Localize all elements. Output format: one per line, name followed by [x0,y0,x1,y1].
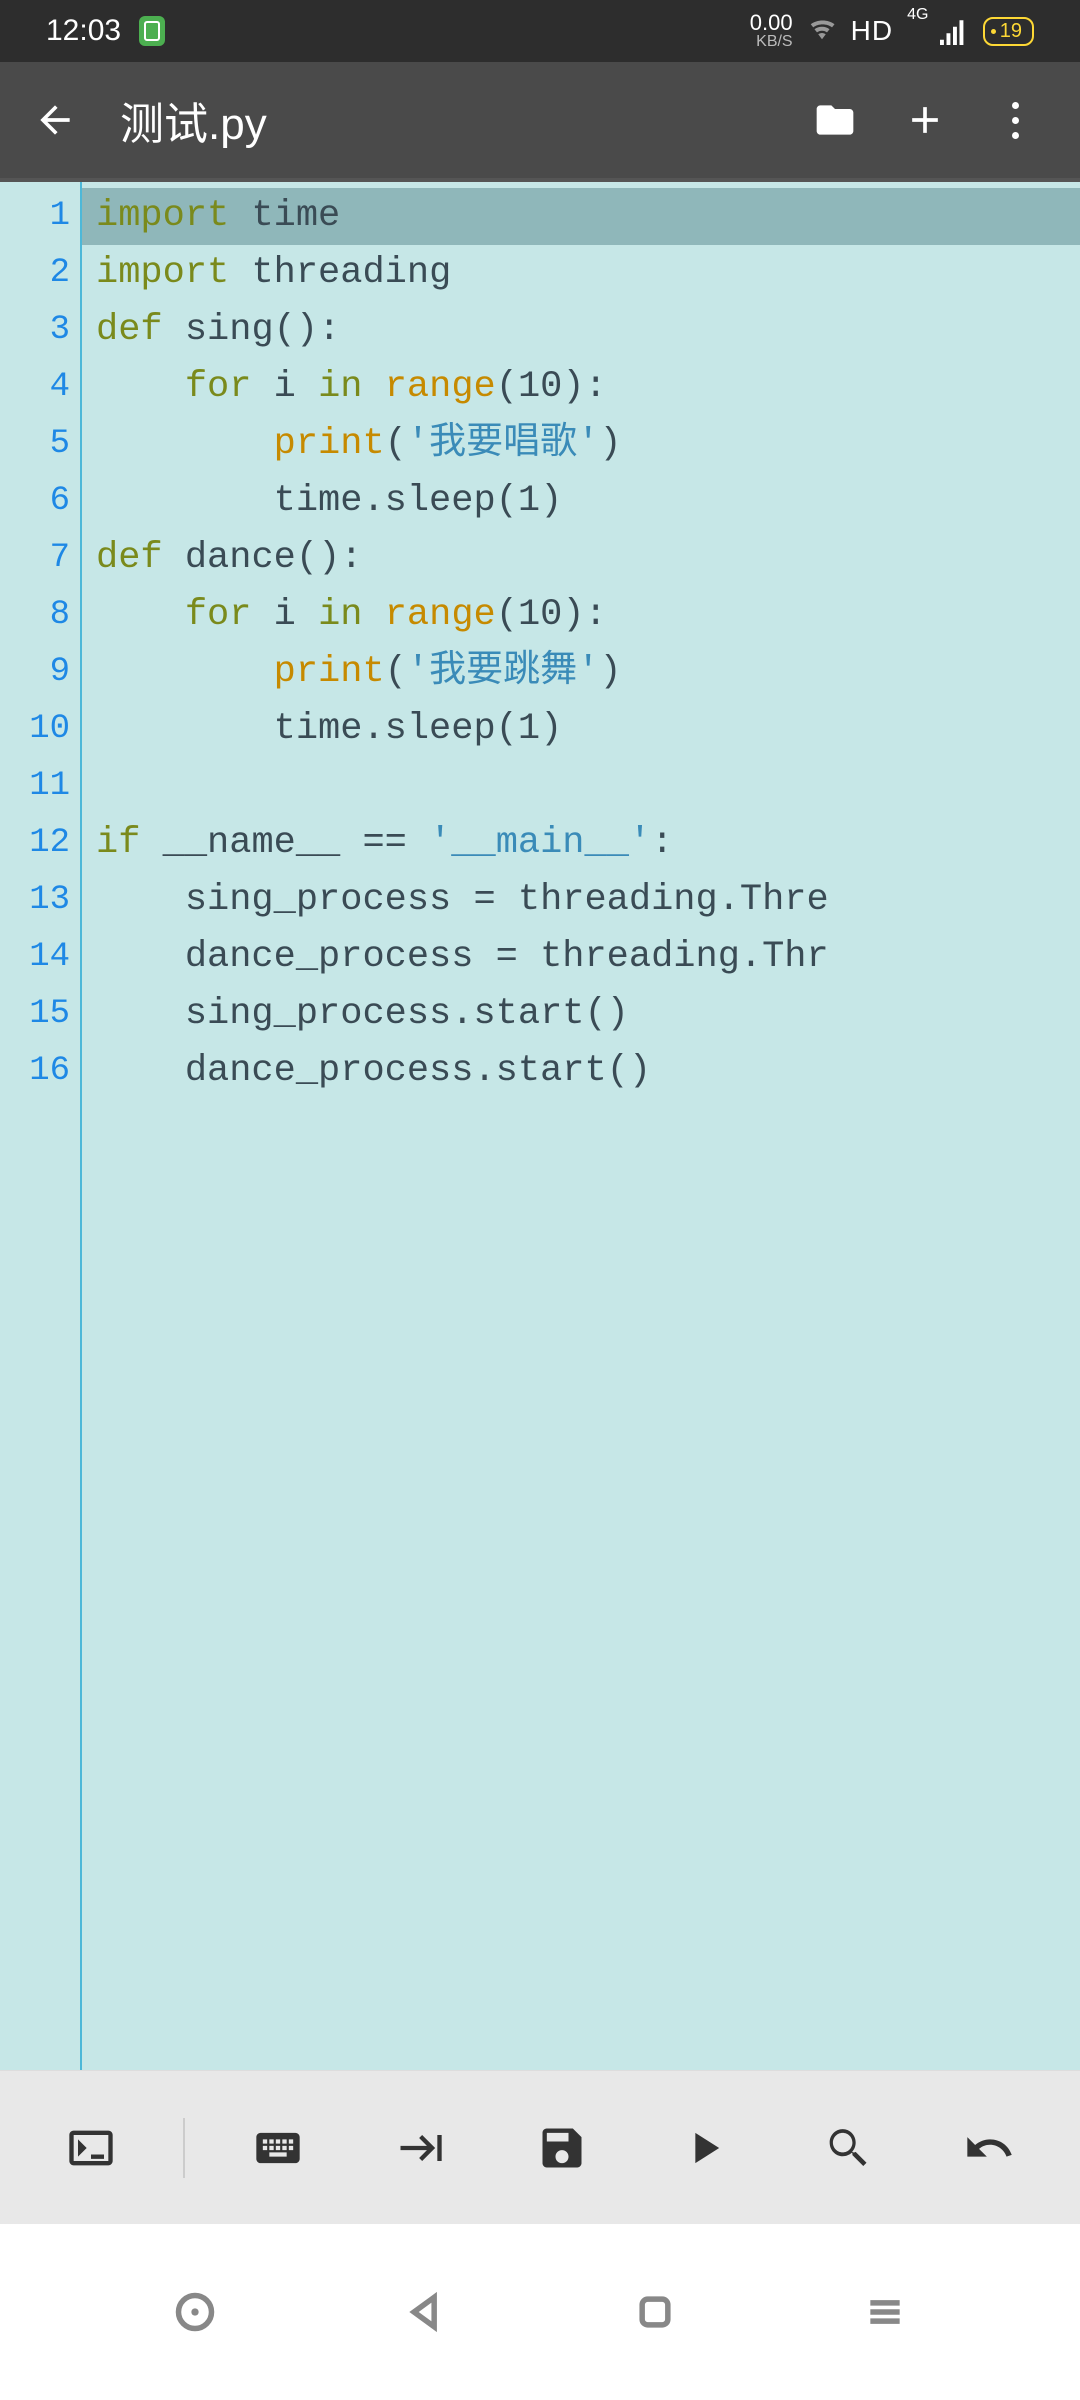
new-file-button[interactable] [880,75,970,165]
hd-indicator: HD [851,15,893,47]
line-number: 7 [0,530,70,587]
code-line[interactable]: time.sleep(1) [96,473,1080,530]
run-button[interactable] [654,2108,754,2188]
network-speed: 0.00 KB/S [750,12,793,50]
line-number: 16 [0,1043,70,1100]
code-line[interactable]: dance_process = threading.Thr [96,929,1080,986]
code-area[interactable]: import timeimport threadingdef sing(): f… [82,182,1080,2070]
line-gutter: 12345678910111213141516 [0,182,82,2070]
bottom-toolbar [0,2070,1080,2224]
nav-home-button[interactable] [605,2272,705,2352]
code-line[interactable]: for i in range(10): [96,359,1080,416]
nav-menu-button[interactable] [835,2272,935,2352]
search-icon [821,2122,873,2174]
undo-icon [963,2122,1015,2174]
search-button[interactable] [797,2108,897,2188]
folder-icon [813,98,857,142]
line-number: 8 [0,587,70,644]
speed-value: 0.00 [750,12,793,34]
line-number: 10 [0,701,70,758]
square-icon [633,2290,677,2334]
keyboard-button[interactable] [228,2108,328,2188]
system-nav-bar [0,2224,1080,2400]
line-number: 6 [0,473,70,530]
undo-button[interactable] [939,2108,1039,2188]
code-line[interactable]: time.sleep(1) [96,701,1080,758]
nav-back-button[interactable] [375,2272,475,2352]
circle-dot-icon [173,2290,217,2334]
folder-button[interactable] [790,75,880,165]
save-icon [536,2122,588,2174]
line-number: 1 [0,188,70,245]
code-line[interactable]: import time [82,188,1080,245]
line-number: 15 [0,986,70,1043]
code-line[interactable]: sing_process.start() [96,986,1080,1043]
line-number: 11 [0,758,70,815]
line-number: 12 [0,815,70,872]
file-title: 测试.py [120,88,790,152]
status-right: 0.00 KB/S HD 4G 19 [750,12,1034,50]
more-button[interactable] [970,75,1060,165]
speed-unit: KB/S [750,34,793,50]
tab-right-icon [394,2122,446,2174]
code-line[interactable]: if __name__ == '__main__': [96,815,1080,872]
code-line[interactable]: def sing(): [96,302,1080,359]
line-number: 4 [0,359,70,416]
line-number: 5 [0,416,70,473]
line-number: 9 [0,644,70,701]
code-line[interactable]: dance_process.start() [96,1043,1080,1100]
back-button[interactable] [20,85,90,155]
nav-recent-button[interactable] [145,2272,245,2352]
wifi-icon [807,15,837,47]
tab-button[interactable] [370,2108,470,2188]
terminal-button[interactable] [41,2108,141,2188]
signal-gen: 4G [907,6,928,23]
code-line[interactable]: def dance(): [96,530,1080,587]
arrow-left-icon [33,98,77,142]
play-icon [678,2122,730,2174]
line-number: 3 [0,302,70,359]
battery-indicator: 19 [983,17,1034,46]
charging-icon [139,16,165,46]
signal-icon: 4G [907,14,969,48]
code-line[interactable]: for i in range(10): [96,587,1080,644]
code-line[interactable]: print('我要跳舞') [96,644,1080,701]
status-bar: 12:03 0.00 KB/S HD 4G 19 [0,0,1080,62]
line-number: 14 [0,929,70,986]
triangle-left-icon [403,2290,447,2334]
plus-icon [903,98,947,142]
app-header: 测试.py [0,62,1080,178]
status-time: 12:03 [46,14,121,48]
code-line[interactable]: import threading [96,245,1080,302]
terminal-icon [65,2122,117,2174]
battery-level: 19 [1000,20,1022,43]
divider [183,2118,185,2178]
code-line[interactable] [96,758,1080,815]
code-line[interactable]: sing_process = threading.Thre [96,872,1080,929]
keyboard-icon [252,2122,304,2174]
line-number: 2 [0,245,70,302]
code-editor[interactable]: 12345678910111213141516 import timeimpor… [0,178,1080,2070]
menu-icon [863,2290,907,2334]
code-line[interactable]: print('我要唱歌') [96,416,1080,473]
more-vert-icon [1012,102,1019,139]
line-number: 13 [0,872,70,929]
save-button[interactable] [512,2108,612,2188]
